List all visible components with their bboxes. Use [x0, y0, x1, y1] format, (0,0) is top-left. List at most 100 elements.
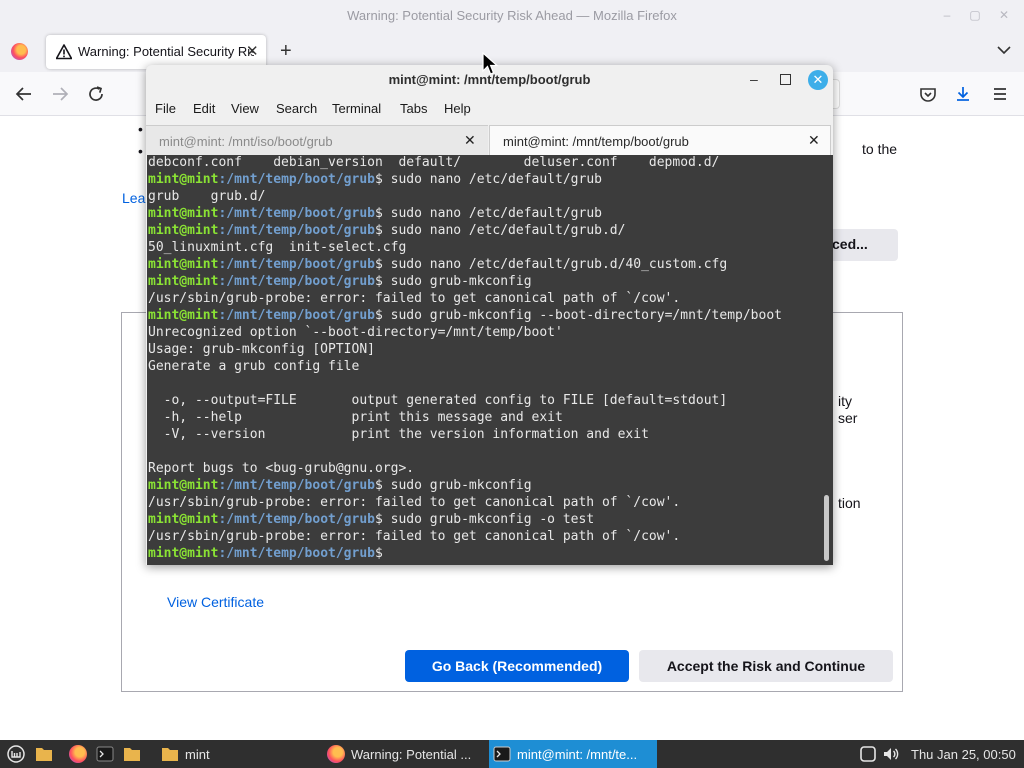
- terminal-icon[interactable]: [96, 745, 114, 763]
- terminal-close-button[interactable]: ✕: [808, 70, 828, 90]
- bullet-marker: •: [138, 143, 143, 159]
- forward-arrow-icon[interactable]: [50, 84, 70, 104]
- prompt-user: mint@mint: [148, 223, 219, 238]
- mint-menu-icon[interactable]: [7, 745, 25, 763]
- terminal-output-line: -h, --help print this message and exit: [148, 410, 563, 425]
- close-icon[interactable]: ✕: [464, 132, 476, 149]
- learn-more-link[interactable]: Lea: [122, 190, 145, 206]
- taskbar-folder-mint[interactable]: mint: [156, 740, 316, 768]
- terminal-output-line: /usr/sbin/grub-probe: error: failed to g…: [148, 495, 681, 510]
- clock: Thu Jan 25, 00:50: [911, 747, 1016, 762]
- folder-icon: [162, 748, 178, 761]
- taskbar-terminal[interactable]: mint@mint: /mnt/te...: [489, 740, 657, 768]
- downloads-icon[interactable]: [953, 84, 973, 104]
- terminal-output-line: Usage: grub-mkconfig [OPTION]: [148, 342, 375, 357]
- terminal-command-line: mint@mint:/mnt/temp/boot/grub$ sudo grub…: [148, 307, 782, 324]
- bullet-marker: •: [138, 121, 143, 137]
- minimize-button[interactable]: –: [941, 9, 953, 21]
- terminal-command-line: mint@mint:/mnt/temp/boot/grub$ sudo nano…: [148, 222, 782, 239]
- folder-icon[interactable]: [35, 745, 53, 763]
- window-title: Warning: Potential Security Risk Ahead —…: [347, 8, 677, 23]
- prompt-path: :/mnt/temp/boot/grub: [218, 478, 375, 493]
- maximize-button[interactable]: ▢: [969, 9, 981, 21]
- command-text: $ sudo grub-mkconfig -o test: [375, 512, 595, 527]
- prompt-path: :/mnt/temp/boot/grub: [218, 172, 375, 187]
- tab-close-icon[interactable]: ✕: [246, 42, 259, 60]
- shield-icon[interactable]: [859, 745, 877, 763]
- menu-icon[interactable]: [990, 84, 1010, 104]
- terminal-tab-temp[interactable]: mint@mint: /mnt/temp/boot/grub ✕: [489, 125, 831, 155]
- menu-terminal[interactable]: Terminal: [332, 101, 381, 116]
- terminal-tab-label: mint@mint: /mnt/iso/boot/grub: [159, 134, 333, 149]
- close-button[interactable]: ✕: [998, 9, 1010, 21]
- terminal-output-line: Report bugs to <bug-grub@gnu.org>.: [148, 461, 415, 476]
- warning-triangle-icon: [56, 44, 72, 60]
- terminal-command-line: mint@mint:/mnt/temp/boot/grub$ sudo nano…: [148, 171, 782, 188]
- taskbar-firefox[interactable]: Warning: Potential ...: [322, 740, 488, 768]
- firefox-view-icon[interactable]: [11, 43, 28, 60]
- terminal-window: mint@mint: /mnt/temp/boot/grub – ✕ File …: [146, 65, 833, 565]
- prompt-user: mint@mint: [148, 512, 219, 527]
- menu-file[interactable]: File: [155, 101, 176, 116]
- command-text: $ sudo nano /etc/default/grub: [375, 172, 602, 187]
- volume-icon[interactable]: [882, 745, 900, 763]
- prompt-path: :/mnt/temp/boot/grub: [218, 206, 375, 221]
- terminal-command-line: mint@mint:/mnt/temp/boot/grub$ sudo grub…: [148, 511, 782, 528]
- new-tab-button[interactable]: +: [280, 40, 292, 63]
- chevron-down-icon[interactable]: [996, 42, 1012, 58]
- files-icon[interactable]: [123, 745, 141, 763]
- prompt-user: mint@mint: [148, 308, 219, 323]
- prompt-user: mint@mint: [148, 257, 219, 272]
- go-back-button[interactable]: Go Back (Recommended): [405, 650, 629, 682]
- prompt-user: mint@mint: [148, 546, 219, 561]
- prompt-path: :/mnt/temp/boot/grub: [218, 274, 375, 289]
- terminal-output-line: grub grub.d/: [148, 189, 266, 204]
- prompt-path: :/mnt/temp/boot/grub: [218, 223, 375, 238]
- page-text-fragment: to the: [862, 141, 898, 157]
- menu-view[interactable]: View: [231, 101, 259, 116]
- tab-warning[interactable]: Warning: Potential Security Risk Ahead ✕: [46, 35, 266, 69]
- pocket-icon[interactable]: [918, 84, 938, 104]
- terminal-command-line: mint@mint:/mnt/temp/boot/grub$: [148, 545, 782, 562]
- taskbar: mint Warning: Potential ... mint@mint: /…: [0, 740, 1024, 768]
- prompt-user: mint@mint: [148, 172, 219, 187]
- terminal-output-line: /usr/sbin/grub-probe: error: failed to g…: [148, 291, 681, 306]
- page-text-fragment: ity: [838, 393, 852, 409]
- terminal-maximize-button[interactable]: [780, 74, 791, 85]
- command-text: $ sudo grub-mkconfig --boot-directory=/m…: [375, 308, 782, 323]
- firefox-icon[interactable]: [69, 745, 87, 763]
- menu-help[interactable]: Help: [444, 101, 471, 116]
- terminal-lines: debconf.conf debian_version default/ del…: [148, 155, 782, 562]
- terminal-tabbar: mint@mint: /mnt/iso/boot/grub ✕ mint@min…: [146, 125, 833, 155]
- terminal-output[interactable]: debconf.conf debian_version default/ del…: [147, 155, 833, 565]
- mouse-cursor-icon: [482, 52, 499, 75]
- prompt-user: mint@mint: [148, 274, 219, 289]
- taskbar-label: mint: [185, 747, 210, 762]
- taskbar-label: Warning: Potential ...: [351, 747, 472, 762]
- close-icon[interactable]: ✕: [808, 132, 820, 149]
- command-text: $ sudo nano /etc/default/grub.d/40_custo…: [375, 257, 728, 272]
- page-text-fragment: tion: [838, 495, 861, 511]
- back-arrow-icon[interactable]: [14, 84, 34, 104]
- terminal-scrollbar[interactable]: [824, 495, 829, 561]
- advanced-button-label: ced...: [832, 236, 868, 252]
- terminal-menubar: File Edit View Search Terminal Tabs Help: [146, 98, 833, 120]
- command-text: $ sudo grub-mkconfig: [375, 274, 532, 289]
- terminal-output-line: /usr/sbin/grub-probe: error: failed to g…: [148, 529, 681, 544]
- command-text: $: [375, 546, 391, 561]
- reload-icon[interactable]: [86, 84, 106, 104]
- menu-edit[interactable]: Edit: [193, 101, 215, 116]
- terminal-minimize-button[interactable]: –: [750, 71, 758, 87]
- terminal-output-line: 50_linuxmint.cfg init-select.cfg: [148, 240, 407, 255]
- accept-risk-button[interactable]: Accept the Risk and Continue: [639, 650, 893, 682]
- terminal-command-line: mint@mint:/mnt/temp/boot/grub$ sudo grub…: [148, 477, 782, 494]
- menu-tabs[interactable]: Tabs: [400, 101, 427, 116]
- terminal-output-line: Unrecognized option `--boot-directory=/m…: [148, 325, 563, 340]
- command-text: $ sudo nano /etc/default/grub: [375, 206, 602, 221]
- prompt-path: :/mnt/temp/boot/grub: [218, 546, 375, 561]
- view-certificate-link[interactable]: View Certificate: [167, 594, 264, 610]
- menu-search[interactable]: Search: [276, 101, 317, 116]
- terminal-tab-iso[interactable]: mint@mint: /mnt/iso/boot/grub ✕: [146, 125, 488, 155]
